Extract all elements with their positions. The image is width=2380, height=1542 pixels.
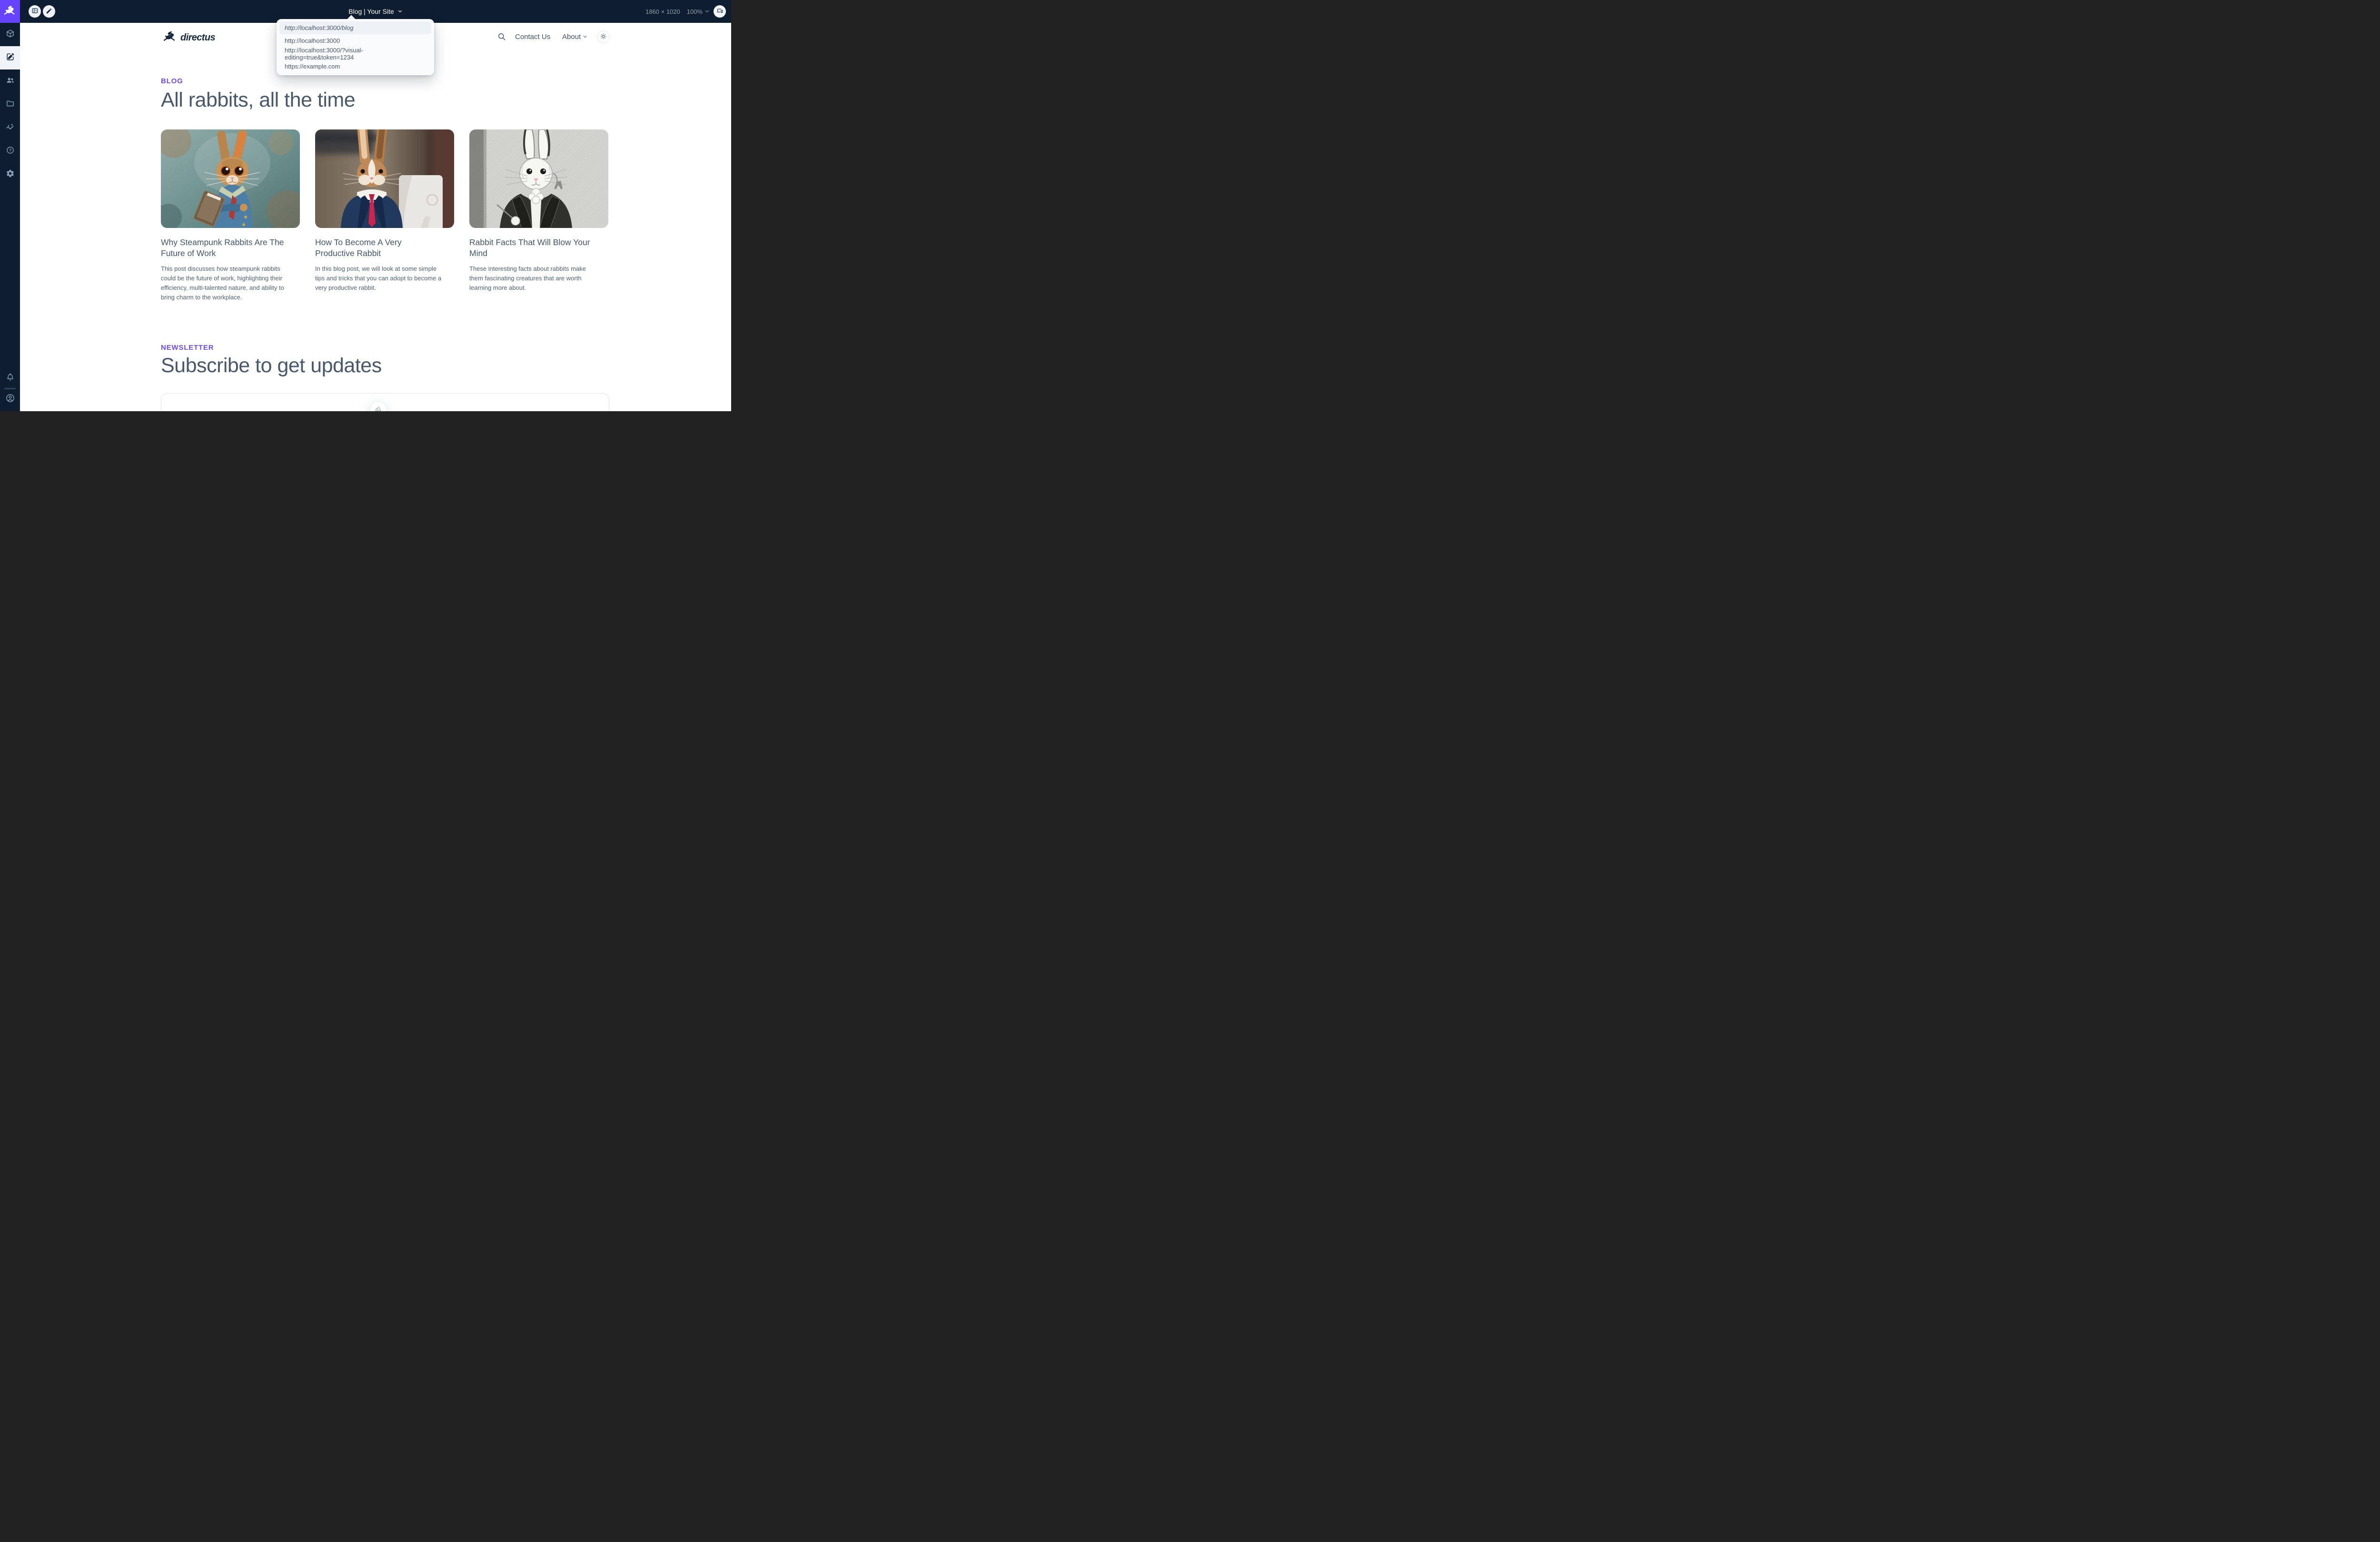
help-icon: ? <box>6 146 15 157</box>
blog-heading: All rabbits, all the time <box>161 89 608 112</box>
search-icon <box>497 36 506 43</box>
url-dropdown-menu: http://localhost:3000/blog http://localh… <box>277 19 434 75</box>
post-title: Rabbit Facts That Will Blow Your Mind <box>469 237 593 259</box>
blog-post-grid: Why Steampunk Rabbits Are The Future of … <box>161 129 608 302</box>
post-image-steampunk-rabbit <box>161 129 300 228</box>
search-button[interactable] <box>497 32 506 43</box>
module-content[interactable] <box>0 23 20 46</box>
sun-icon <box>600 33 607 41</box>
blog-eyebrow: BLOG <box>161 77 608 85</box>
directus-logo-tile[interactable] <box>0 0 20 23</box>
directus-rabbit-icon <box>163 30 177 45</box>
module-files[interactable] <box>0 93 20 116</box>
nav-contact-label: Contact Us <box>515 33 550 41</box>
zoom-level: 100% <box>687 8 703 15</box>
gear-icon <box>6 169 15 180</box>
module-settings[interactable] <box>0 163 20 186</box>
users-icon <box>6 76 15 87</box>
nuxt-badge[interactable] <box>370 401 387 411</box>
edit-square-icon <box>6 52 15 64</box>
module-help[interactable]: ? <box>0 139 20 163</box>
insights-sparkline-icon <box>6 122 15 134</box>
devices-icon <box>716 7 724 16</box>
user-circle-icon <box>5 397 15 405</box>
url-option-visual-editing[interactable]: http://localhost:3000/?visual-editing=tr… <box>279 47 431 60</box>
post-image-rabbit-in-suit <box>315 129 454 228</box>
site-preview-frame: directus Contact Us About <box>20 23 731 411</box>
chevron-down-icon <box>397 8 403 15</box>
module-nav: ? <box>0 23 20 186</box>
url-option-example[interactable]: https://example.com <box>279 60 431 73</box>
url-option-blog[interactable]: http://localhost:3000/blog <box>279 21 431 34</box>
svg-text:?: ? <box>9 148 11 152</box>
newsletter-heading: Subscribe to get updates <box>161 354 608 377</box>
zoom-level-dropdown[interactable]: 100% <box>687 8 710 15</box>
module-insights[interactable] <box>0 116 20 139</box>
blog-card-productive[interactable]: How To Become A Very Productive Rabbit I… <box>315 129 454 302</box>
site-brand-wordmark: directus <box>180 32 215 43</box>
box-icon <box>6 29 15 40</box>
chevron-down-icon <box>583 33 587 41</box>
viewport-size-readout: 1860 × 1020 <box>645 8 680 15</box>
site-logo[interactable]: directus <box>163 30 215 45</box>
blog-card-facts[interactable]: Rabbit Facts That Will Blow Your Mind Th… <box>469 129 608 302</box>
directus-rabbit-icon <box>3 5 17 19</box>
post-title: How To Become A Very Productive Rabbit <box>315 237 439 259</box>
app-window: ? <box>0 0 731 411</box>
post-excerpt: In this blog post, we will look at some … <box>315 264 445 293</box>
post-excerpt: These interesting facts about rabbits ma… <box>469 264 599 293</box>
module-users[interactable] <box>0 69 20 93</box>
account-button[interactable] <box>5 393 15 405</box>
module-visual-editor[interactable] <box>0 46 20 69</box>
module-bar: ? <box>0 0 20 411</box>
module-bar-bottom <box>0 373 20 411</box>
chevron-down-icon <box>704 8 710 15</box>
topbar-right-tools: 1860 × 1020 100% <box>645 0 726 23</box>
nuxt-logo-icon <box>374 405 383 412</box>
bell-icon <box>6 376 15 384</box>
responsive-preview-button[interactable] <box>714 5 726 18</box>
post-excerpt: This post discusses how steampunk rabbit… <box>161 264 290 303</box>
post-image-victorian-rabbit <box>469 129 608 228</box>
post-title: Why Steampunk Rabbits Are The Future of … <box>161 237 285 259</box>
nav-contact-us[interactable]: Contact Us <box>515 33 550 41</box>
newsletter-eyebrow: NEWSLETTER <box>161 344 608 352</box>
newsletter-form-card: First Name *Required <box>161 393 609 411</box>
notifications-button[interactable] <box>6 373 15 384</box>
nav-about-label: About <box>562 33 581 41</box>
blog-card-steampunk[interactable]: Why Steampunk Rabbits Are The Future of … <box>161 129 300 302</box>
page-title: Blog | Your Site <box>348 8 394 15</box>
nav-about-dropdown[interactable]: About <box>562 33 587 41</box>
theme-toggle-button[interactable] <box>597 30 610 43</box>
url-option-root[interactable]: http://localhost:3000 <box>279 34 431 47</box>
sidebar-divider <box>4 388 16 389</box>
folder-icon <box>6 99 15 110</box>
